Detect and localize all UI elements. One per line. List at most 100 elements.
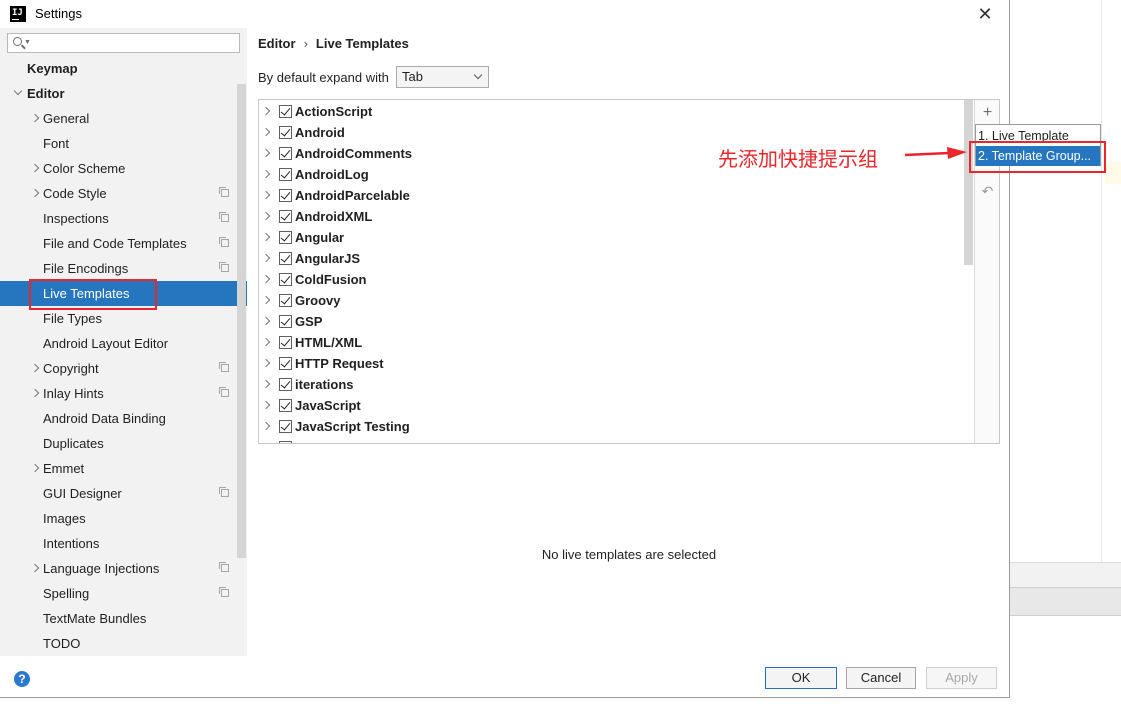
- sidebar-item-spelling[interactable]: Spelling: [0, 581, 237, 606]
- sidebar-item-inspections[interactable]: Inspections: [0, 206, 237, 231]
- sidebar-item-label: Inspections: [43, 211, 109, 226]
- sidebar-item-file-and-code-templates[interactable]: File and Code Templates: [0, 231, 237, 256]
- template-list-scrollbar[interactable]: [964, 100, 973, 265]
- template-group-row[interactable]: ActionScript: [259, 101, 975, 122]
- template-group-row[interactable]: JavaScript: [259, 395, 975, 416]
- sidebar-item-images[interactable]: Images: [0, 506, 237, 531]
- sidebar-item-language-injections[interactable]: Language Injections: [0, 556, 237, 581]
- template-group-checkbox[interactable]: [279, 315, 292, 328]
- template-group-name: Android: [295, 125, 345, 140]
- settings-search-box[interactable]: ▼: [7, 33, 240, 53]
- undo-icon[interactable]: ↶: [975, 180, 999, 202]
- template-group-checkbox[interactable]: [279, 147, 292, 160]
- sidebar-item-gui-designer[interactable]: GUI Designer: [0, 481, 237, 506]
- chevron-right-icon[interactable]: [30, 381, 40, 406]
- template-group-checkbox[interactable]: [279, 294, 292, 307]
- template-group-row[interactable]: ColdFusion: [259, 269, 975, 290]
- sidebar-item-editor[interactable]: Editor: [0, 81, 237, 106]
- template-group-name: JavaScript Testing: [295, 419, 410, 434]
- sidebar-item-live-templates[interactable]: Live Templates: [0, 281, 247, 306]
- template-group-row[interactable]: iterations: [259, 374, 975, 395]
- template-group-row[interactable]: AndroidXML: [259, 206, 975, 227]
- template-group-checkbox[interactable]: [279, 336, 292, 349]
- sidebar-item-textmate-bundles[interactable]: TextMate Bundles: [0, 606, 237, 631]
- template-group-row[interactable]: AngularJS: [259, 248, 975, 269]
- window-title: Settings: [35, 6, 82, 21]
- add-popup-menu: 1. Live Template 2. Template Group...: [975, 124, 1101, 166]
- template-group-checkbox[interactable]: [279, 273, 292, 286]
- template-group-name: JavaScript: [295, 398, 361, 413]
- template-group-name: HTTP Request: [295, 356, 384, 371]
- template-group-row[interactable]: JavaScript Testing: [259, 416, 975, 437]
- sidebar-item-label: Spelling: [43, 586, 90, 601]
- template-group-row[interactable]: Angular: [259, 227, 975, 248]
- template-group-checkbox[interactable]: [279, 399, 292, 412]
- chevron-right-icon[interactable]: [261, 435, 271, 443]
- sidebar-item-label: Images: [43, 511, 86, 526]
- template-group-row[interactable]: Android: [259, 122, 975, 143]
- sidebar-item-inlay-hints[interactable]: Inlay Hints: [0, 381, 237, 406]
- sidebar-item-label: Font: [43, 136, 70, 151]
- template-group-row[interactable]: Groovy: [259, 290, 975, 311]
- sidebar-item-file-types[interactable]: File Types: [0, 306, 237, 331]
- template-group-row[interactable]: HTML/XML: [259, 332, 975, 353]
- template-group-row[interactable]: HTTP Request: [259, 353, 975, 374]
- breadcrumb-editor[interactable]: Editor: [258, 36, 296, 51]
- sidebar-item-font[interactable]: Font: [0, 131, 237, 156]
- sidebar-item-todo[interactable]: TODO: [0, 631, 237, 656]
- close-button[interactable]: ✕: [971, 2, 999, 26]
- apply-button[interactable]: Apply: [926, 667, 997, 689]
- sidebar-item-emmet[interactable]: Emmet: [0, 456, 237, 481]
- sidebar-item-general[interactable]: General: [0, 106, 237, 131]
- sidebar-item-label: File Encodings: [43, 261, 129, 276]
- template-group-checkbox[interactable]: [279, 168, 292, 181]
- template-group-row[interactable]: AndroidParcelable: [259, 185, 975, 206]
- template-group-checkbox[interactable]: [279, 189, 292, 202]
- menu-item-live-template[interactable]: 1. Live Template: [976, 126, 1100, 146]
- sidebar-item-duplicates[interactable]: Duplicates: [0, 431, 237, 456]
- sidebar-item-label: TODO: [43, 636, 81, 651]
- chevron-down-icon[interactable]: [13, 81, 23, 106]
- help-icon[interactable]: ?: [14, 671, 30, 687]
- sidebar-item-label: Android Data Binding: [43, 411, 166, 426]
- sidebar-item-android-data-binding[interactable]: Android Data Binding: [0, 406, 237, 431]
- template-group-checkbox[interactable]: [279, 252, 292, 265]
- template-group-name: AndroidLog: [295, 167, 369, 182]
- sidebar-item-color-scheme[interactable]: Color Scheme: [0, 156, 237, 181]
- chevron-right-icon[interactable]: [30, 556, 40, 581]
- template-group-name: iterations: [295, 377, 354, 392]
- sidebar-item-file-encodings[interactable]: File Encodings: [0, 256, 237, 281]
- template-group-row[interactable]: GSP: [259, 311, 975, 332]
- annotation-text: 先添加快捷提示组: [718, 147, 878, 171]
- template-group-checkbox[interactable]: [279, 210, 292, 223]
- chevron-right-icon[interactable]: [30, 456, 40, 481]
- chevron-right-icon[interactable]: [30, 106, 40, 131]
- chevron-right-icon[interactable]: [30, 156, 40, 181]
- template-group-checkbox[interactable]: [279, 441, 292, 443]
- chevron-right-icon[interactable]: [30, 356, 40, 381]
- template-group-row[interactable]: JSP: [259, 437, 975, 443]
- menu-item-template-group[interactable]: 2. Template Group...: [976, 146, 1100, 166]
- sidebar-item-code-style[interactable]: Code Style: [0, 181, 237, 206]
- project-scope-icon: [219, 212, 229, 222]
- template-group-checkbox[interactable]: [279, 231, 292, 244]
- template-group-checkbox[interactable]: [279, 105, 292, 118]
- template-group-checkbox[interactable]: [279, 420, 292, 433]
- template-group-checkbox[interactable]: [279, 126, 292, 139]
- cancel-button[interactable]: Cancel: [846, 667, 916, 689]
- template-group-checkbox[interactable]: [279, 378, 292, 391]
- plus-icon[interactable]: +: [975, 102, 999, 124]
- sidebar-scrollbar[interactable]: [237, 84, 246, 558]
- settings-search-input[interactable]: [34, 35, 234, 51]
- template-group-checkbox[interactable]: [279, 357, 292, 370]
- expand-with-label: By default expand with: [258, 70, 389, 85]
- sidebar-item-intentions[interactable]: Intentions: [0, 531, 237, 556]
- chevron-right-icon[interactable]: [30, 181, 40, 206]
- sidebar-item-label: Color Scheme: [43, 161, 126, 176]
- ok-button[interactable]: OK: [765, 667, 837, 689]
- sidebar-item-copyright[interactable]: Copyright: [0, 356, 237, 381]
- sidebar-item-keymap[interactable]: Keymap: [0, 56, 237, 81]
- sidebar-item-android-layout-editor[interactable]: Android Layout Editor: [0, 331, 237, 356]
- expand-with-select[interactable]: Tab: [396, 66, 489, 88]
- template-group-name: AndroidXML: [295, 209, 373, 224]
